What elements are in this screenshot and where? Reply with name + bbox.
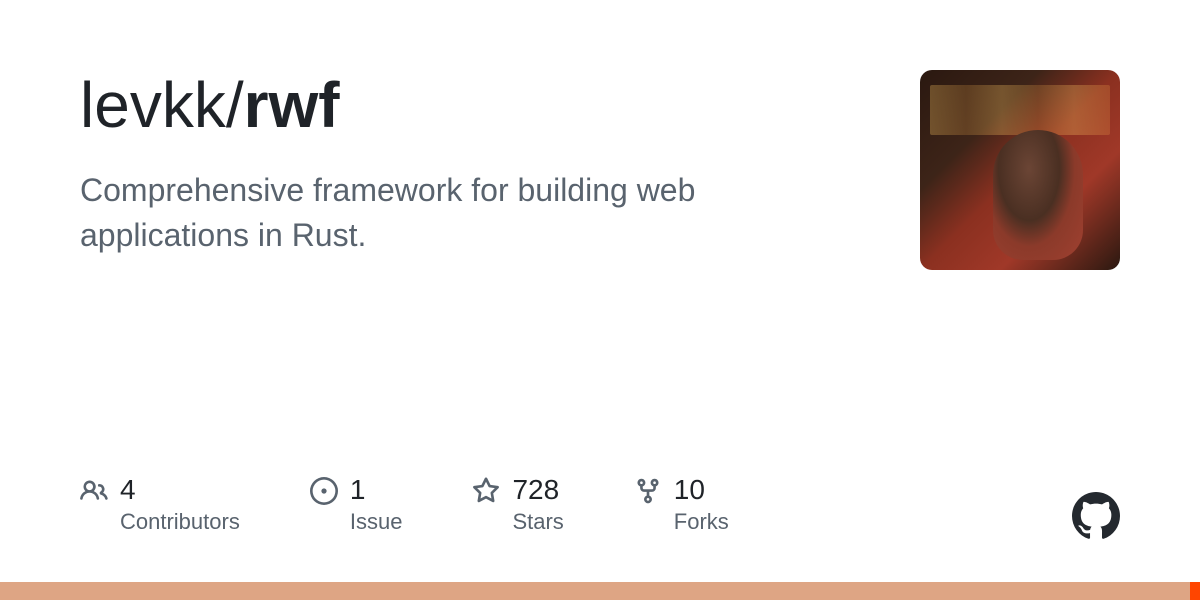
owner-avatar[interactable] [920, 70, 1120, 270]
issues-value: 1 [350, 473, 403, 507]
stats-row: 4 Contributors 1 Issue 728 Stars [80, 473, 1120, 535]
github-logo-icon[interactable] [1072, 492, 1120, 540]
fork-icon [634, 477, 662, 505]
repo-title: levkk/rwf [80, 70, 880, 140]
forks-value: 10 [674, 473, 729, 507]
stars-value: 728 [512, 473, 563, 507]
forks-stat[interactable]: 10 Forks [634, 473, 729, 535]
repo-name[interactable]: rwf [244, 69, 340, 141]
stars-label: Stars [512, 509, 563, 535]
star-icon [472, 477, 500, 505]
issues-stat[interactable]: 1 Issue [310, 473, 403, 535]
stars-stat[interactable]: 728 Stars [472, 473, 563, 535]
contributors-value: 4 [120, 473, 240, 507]
people-icon [80, 477, 108, 505]
repo-owner[interactable]: levkk [80, 69, 226, 141]
language-bar [0, 582, 1200, 600]
language-segment-rust[interactable] [0, 582, 1190, 600]
repo-description: Comprehensive framework for building web… [80, 168, 800, 258]
issue-icon [310, 477, 338, 505]
issues-label: Issue [350, 509, 403, 535]
forks-label: Forks [674, 509, 729, 535]
contributors-label: Contributors [120, 509, 240, 535]
language-segment-other[interactable] [1190, 582, 1200, 600]
contributors-stat[interactable]: 4 Contributors [80, 473, 240, 535]
repo-separator: / [226, 69, 244, 141]
